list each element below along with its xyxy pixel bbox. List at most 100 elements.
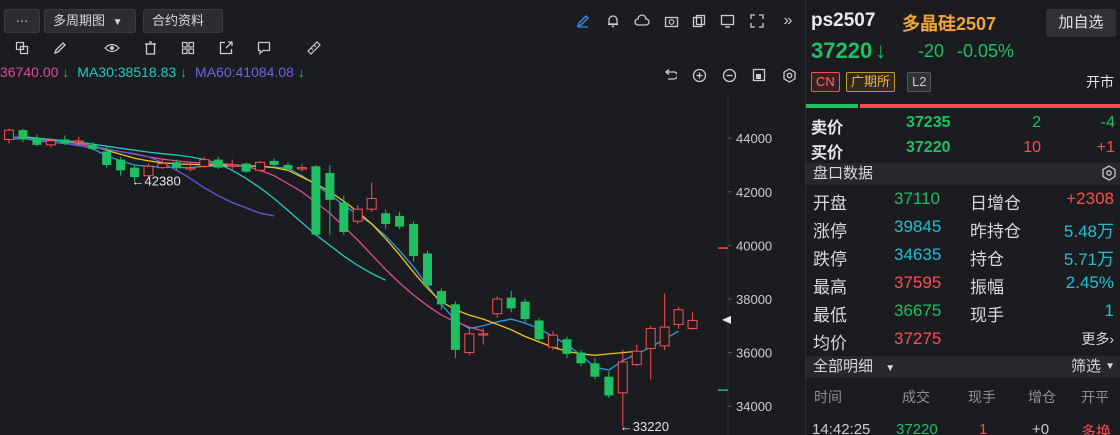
trades-title: 全部明细 (813, 358, 874, 375)
bid-row: 买价 37220 10 +1 (806, 139, 1120, 162)
stat-label: 跌停 (813, 250, 847, 269)
stat-value: 36675 (894, 301, 942, 320)
stat-value: 37275 (894, 329, 942, 348)
tag-l2: L2 (907, 72, 932, 92)
last-price-marker (722, 315, 731, 324)
layers-icon[interactable] (12, 38, 32, 58)
candle-body (492, 298, 503, 315)
candle-body (60, 139, 70, 144)
candle-body (590, 363, 600, 377)
stat-value: 34635 (894, 245, 942, 264)
candle-body (4, 129, 14, 141)
collapse-chevron-icon[interactable]: » (779, 12, 797, 30)
period-label: 多周期图 (53, 13, 106, 28)
stat-label: 最低 (813, 306, 847, 325)
edit-icon[interactable] (50, 38, 70, 58)
stat-value: 37110 (894, 189, 941, 208)
candle-body (311, 166, 321, 235)
candle-body (185, 167, 196, 170)
quote-panel: ps2507 多晶硅2507 加自选 37220 ↓ -20 -0.05% CN … (805, 0, 1120, 435)
panel-title: 盘口数据 (813, 165, 874, 182)
y-tick-label: 40000 (736, 238, 772, 253)
down-arrow-icon: ↓ (297, 64, 305, 80)
y-tick-label: 36000 (736, 346, 772, 361)
trade-type: 多换 (1081, 424, 1112, 435)
zoom-out-icon[interactable] (720, 66, 738, 84)
trade-time: 14:42:25 (812, 421, 871, 435)
candle-body (659, 326, 670, 347)
ma-line (8, 137, 679, 371)
candle-body (102, 151, 112, 165)
col-type: 开平 (1081, 389, 1109, 405)
stat-value: 5.71万 (1063, 250, 1114, 269)
grid-icon[interactable] (178, 38, 198, 58)
ask-row: 卖价 37235 2 -4 (806, 114, 1120, 137)
camera-icon[interactable] (662, 12, 680, 30)
copy-icon[interactable] (690, 12, 708, 30)
candle-body (534, 320, 544, 340)
candle-body (32, 138, 42, 145)
stat-value: 2.45% (1065, 273, 1114, 292)
candle-body (436, 290, 446, 305)
zoom-in-icon[interactable] (690, 66, 708, 84)
col-volume: 现手 (968, 389, 996, 405)
ask-volume: 2 (1032, 114, 1041, 131)
ma-legend: 36740.00 ↓ MA30:38518.83 ↓ MA60:41084.08 ↓ (0, 64, 309, 84)
candlestick-chart[interactable]: 44000 42000 40000 38000 36000 34000 ←42380 ←332… (0, 96, 803, 435)
ma60-value: MA60:41084.08 ↓ (195, 64, 305, 80)
candle-body (283, 164, 293, 169)
monitor-icon[interactable] (718, 12, 736, 30)
candle-body (339, 202, 349, 232)
reset-zoom-icon[interactable] (750, 66, 768, 84)
down-arrow-icon: ↓ (62, 64, 70, 80)
undo-icon[interactable] (661, 66, 679, 84)
cloud-icon[interactable] (633, 12, 651, 30)
ask-label: 卖价 (811, 120, 844, 137)
price-change: -20 -0.05% (918, 41, 1014, 62)
candle-body (478, 333, 489, 336)
last-price-value: 37220 (811, 38, 873, 63)
trades-header[interactable]: 全部明细 ▼ 筛选 ▼ (806, 356, 1120, 378)
y-tick-label: 34000 (736, 399, 772, 414)
col-oi: 增仓 (1028, 389, 1056, 405)
candle-body (255, 161, 266, 171)
stat-value[interactable]: 更多› (1081, 329, 1114, 349)
col-time: 时间 (814, 389, 842, 405)
bid-price: 37220 (906, 139, 951, 156)
candle-body (116, 159, 126, 171)
stat-label: 均价 (813, 334, 847, 353)
chart-svg[interactable]: 44000 42000 40000 38000 36000 34000 ←42380 ←332… (0, 96, 803, 435)
col-price: 成交 (902, 389, 930, 405)
stat-label: 持仓 (970, 250, 1004, 269)
tag-exchange: 广期所 (846, 72, 896, 92)
candle-body (199, 159, 210, 167)
last-price: 37220 ↓ (811, 38, 886, 64)
settings-gear-icon[interactable] (780, 66, 798, 84)
menu-button[interactable]: ··· (4, 9, 40, 33)
change-percent: -0.05% (957, 41, 1015, 61)
stat-label: 振幅 (970, 278, 1004, 297)
comment-icon[interactable] (254, 38, 274, 58)
export-icon[interactable] (216, 38, 236, 58)
period-dropdown[interactable]: 多周期图 ▼ (44, 9, 136, 33)
add-watchlist-button[interactable]: 加自选 (1046, 9, 1116, 37)
contract-info-button[interactable]: 合约资料 (143, 9, 223, 33)
candle-body (576, 352, 586, 364)
candle-body (241, 163, 251, 172)
settings-hex-icon[interactable] (1101, 165, 1117, 188)
candle-body (18, 130, 28, 140)
trade-oi: +0 (1032, 421, 1050, 435)
chart-panel: ··· 多周期图 ▼ 合约资料 » 36740.00 ↓ MA30:38518.… (0, 0, 803, 435)
trash-icon[interactable] (140, 38, 160, 58)
pencil-icon[interactable] (574, 12, 592, 30)
bell-icon[interactable] (604, 12, 622, 30)
ruler-icon[interactable] (304, 38, 324, 58)
ask-change: -4 (1100, 114, 1115, 131)
filter-button[interactable]: 筛选 (1071, 356, 1101, 378)
candle-body (604, 376, 614, 396)
fullscreen-icon[interactable] (748, 12, 766, 30)
candle-body (520, 301, 530, 320)
eye-icon[interactable] (102, 38, 122, 58)
candle-body (227, 164, 238, 167)
trade-volume: 1 (979, 421, 988, 435)
